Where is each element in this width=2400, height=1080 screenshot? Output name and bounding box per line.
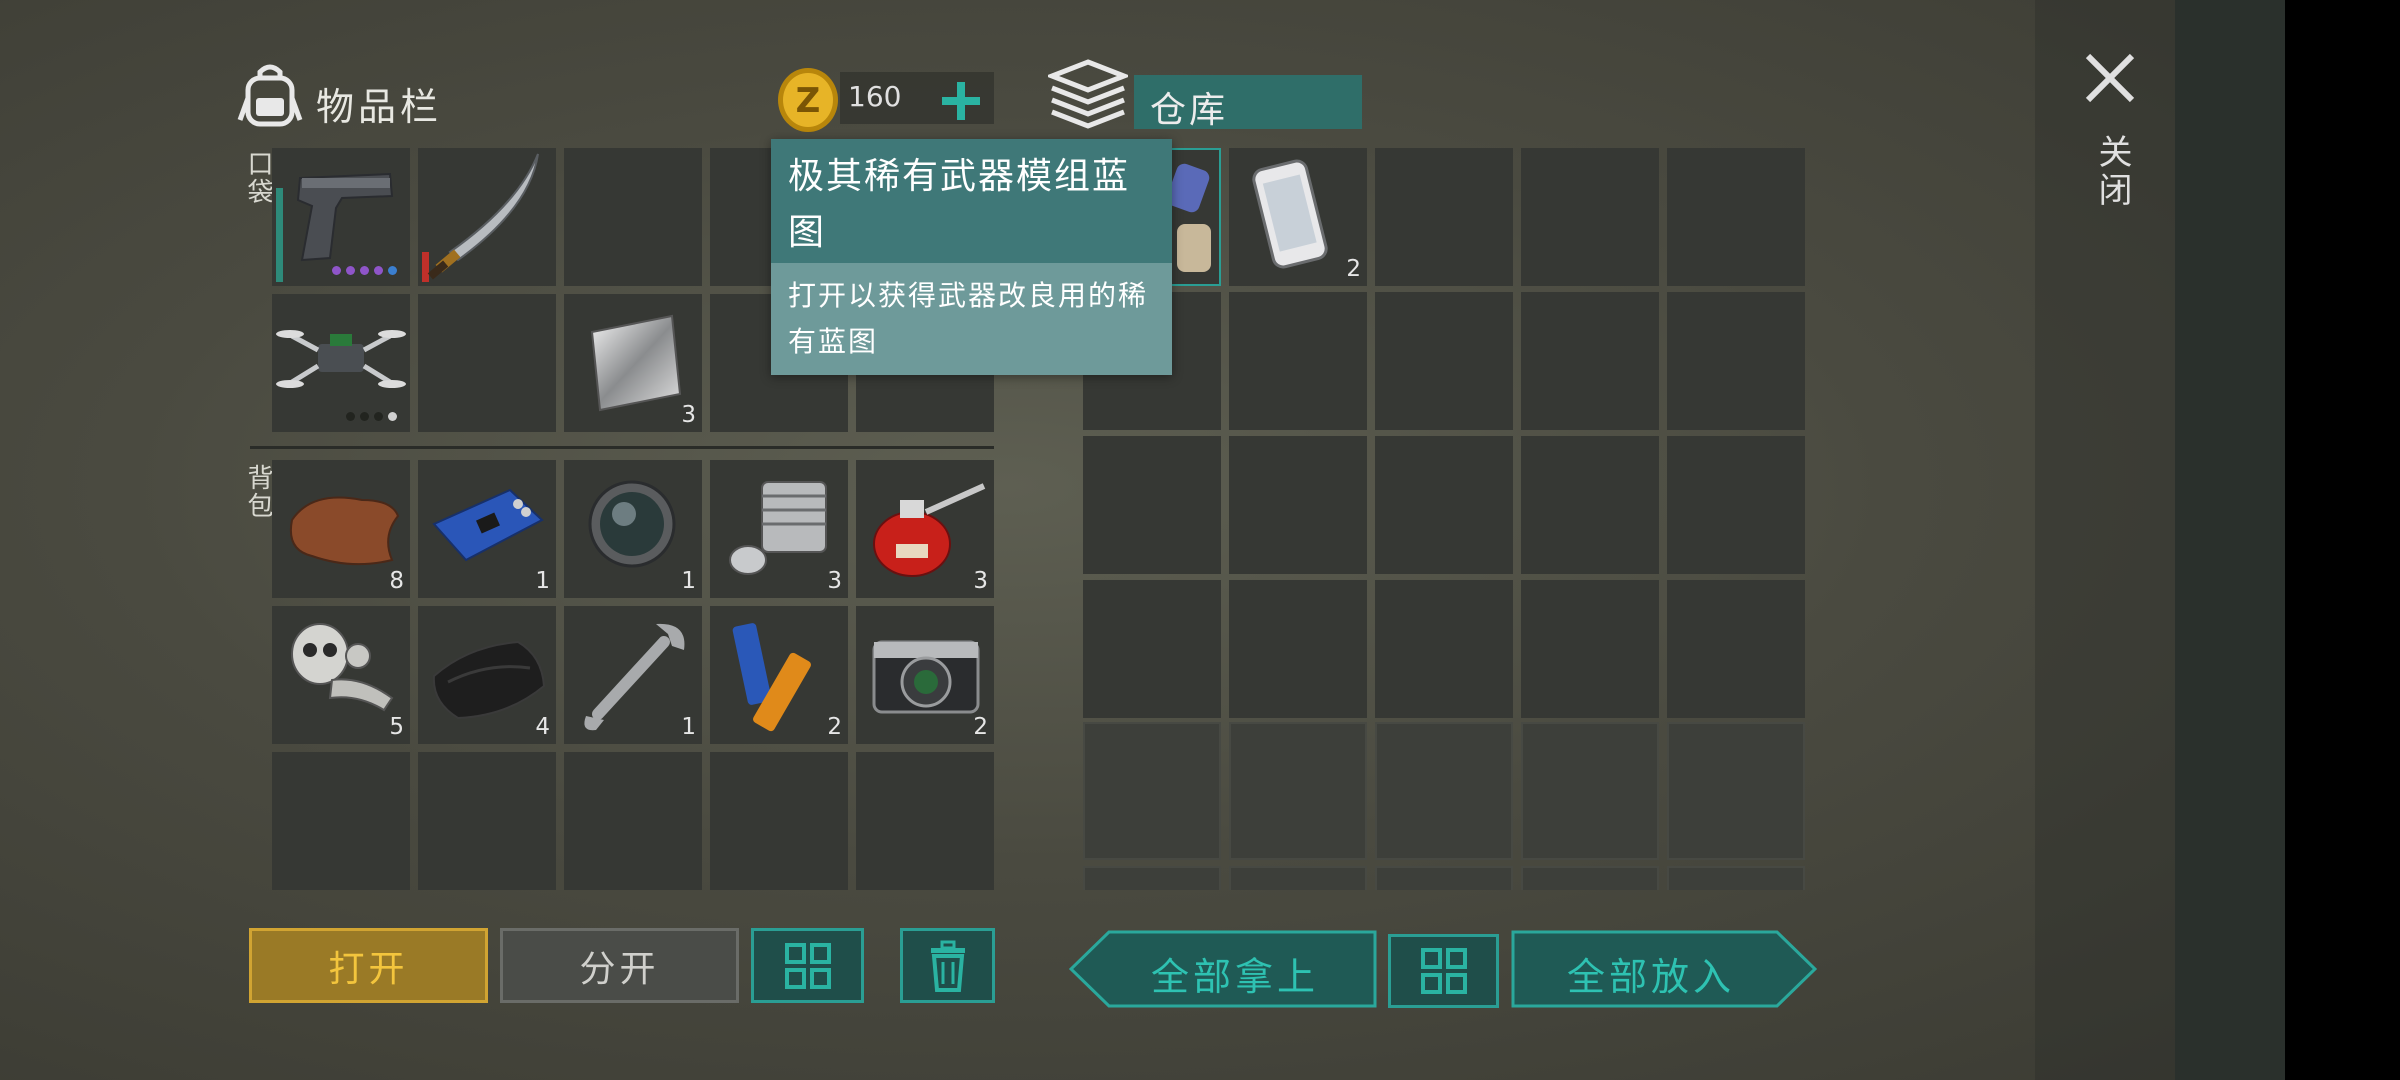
storage-slot-empty[interactable] <box>1083 436 1221 574</box>
backpack-slot-empty[interactable] <box>710 752 848 890</box>
storage-slot-locked <box>1667 866 1805 890</box>
open-button[interactable]: 打开 <box>249 928 488 1003</box>
item-count: 3 <box>681 402 696 428</box>
item-count: 3 <box>973 568 988 594</box>
delete-button[interactable] <box>900 928 995 1003</box>
pocket-slot-empty[interactable] <box>564 148 702 286</box>
item-count: 1 <box>681 714 696 740</box>
backpack-slot-empty[interactable] <box>418 752 556 890</box>
storage-slot-locked <box>1229 722 1367 860</box>
storage-slot-locked <box>1083 866 1221 890</box>
backpack-slot-oil-can[interactable]: 3 <box>856 460 994 598</box>
storage-slot-empty[interactable] <box>1521 436 1659 574</box>
storage-slot-locked <box>1375 722 1513 860</box>
item-count: 1 <box>681 568 696 594</box>
put-all-button[interactable]: 全部放入 <box>1511 930 1817 1008</box>
coin-icon: Z <box>776 66 840 134</box>
storage-slot-locked <box>1083 722 1221 860</box>
storage-slot-empty[interactable] <box>1667 436 1805 574</box>
item-count: 2 <box>1346 256 1361 282</box>
storage-title: 仓库 <box>1150 90 1229 131</box>
katana-icon <box>427 153 539 280</box>
item-count: 2 <box>973 714 988 740</box>
storage-slot-locked <box>1229 866 1367 890</box>
pocket-slot-katana[interactable] <box>418 148 556 286</box>
sort-inventory-button[interactable] <box>751 928 864 1003</box>
section-divider <box>250 446 994 449</box>
grid-sort-icon <box>1420 948 1467 994</box>
plus-icon <box>942 82 980 120</box>
trash-icon <box>930 940 965 992</box>
storage-slot-empty[interactable] <box>1667 292 1805 430</box>
item-count: 2 <box>827 714 842 740</box>
svg-text:Z: Z <box>796 81 821 121</box>
storage-slot-empty[interactable] <box>1521 148 1659 286</box>
currency-amount: 160 <box>848 80 902 113</box>
item-count: 3 <box>827 568 842 594</box>
pocket-slot-empty[interactable] <box>418 294 556 432</box>
storage-slot-empty[interactable] <box>1375 148 1513 286</box>
backpack-slot-leather[interactable]: 8 <box>272 460 410 598</box>
take-all-label: 全部拿上 <box>1151 955 1320 999</box>
tooltip-description: 打开以获得武器改良用的稀有蓝图 <box>788 279 1149 358</box>
tooltip-description-box: 打开以获得武器改良用的稀有蓝图 <box>771 263 1172 375</box>
backpack-slot-lens[interactable]: 1 <box>564 460 702 598</box>
pocket-slot-drone[interactable] <box>272 294 410 432</box>
backpack-slot-empty[interactable] <box>856 752 994 890</box>
item-count: 8 <box>389 568 404 594</box>
pocket-slot-pistol[interactable] <box>272 148 410 286</box>
storage-slot-locked <box>1375 866 1513 890</box>
close-icon <box>2085 53 2135 103</box>
tooltip-title: 极其稀有武器模组蓝图 <box>788 156 1131 253</box>
close-button[interactable] <box>2080 48 2140 108</box>
storage-slot-empty[interactable] <box>1083 580 1221 718</box>
take-all-button[interactable]: 全部拿上 <box>1069 930 1377 1008</box>
backpack-slot-engine-part[interactable]: 3 <box>710 460 848 598</box>
item-tooltip: 极其稀有武器模组蓝图 打开以获得武器改良用的稀有蓝图 <box>771 139 1172 375</box>
storage-slot-empty[interactable] <box>1229 292 1367 430</box>
storage-slot-empty[interactable] <box>1229 436 1367 574</box>
storage-slot-empty[interactable] <box>1667 148 1805 286</box>
storage-slot-empty[interactable] <box>1375 292 1513 430</box>
backpack-slot-mask-parts[interactable]: 5 <box>272 606 410 744</box>
split-button[interactable]: 分开 <box>500 928 739 1003</box>
item-count: 5 <box>389 714 404 740</box>
storage-slot-empty[interactable] <box>1375 580 1513 718</box>
right-side-strip <box>2175 0 2285 1080</box>
backpack-slot-circuit[interactable]: 1 <box>418 460 556 598</box>
storage-slot-empty[interactable] <box>1229 580 1367 718</box>
storage-slot-locked <box>1521 722 1659 860</box>
item-count: 1 <box>535 568 550 594</box>
pocket-slot-metal-sheet[interactable]: 3 <box>564 294 702 432</box>
inventory-title: 物品栏 <box>316 85 443 129</box>
backpack-slot-batteries[interactable]: 2 <box>710 606 848 744</box>
backpack-icon <box>234 58 306 130</box>
backpack-slot-empty[interactable] <box>564 752 702 890</box>
storage-slot-phone[interactable]: 2 <box>1229 148 1367 286</box>
put-all-label: 全部放入 <box>1567 955 1736 999</box>
storage-slot-empty[interactable] <box>1667 580 1805 718</box>
backpack-slot-camera[interactable]: 2 <box>856 606 994 744</box>
storage-slot-locked <box>1521 866 1659 890</box>
storage-slot-empty[interactable] <box>1375 436 1513 574</box>
storage-slot-locked <box>1667 722 1805 860</box>
grid-sort-icon <box>784 942 831 989</box>
screen-edge <box>2285 0 2400 1080</box>
sort-storage-button[interactable] <box>1388 934 1499 1008</box>
close-label[interactable]: 关闭 <box>2088 134 2137 210</box>
backpack-slot-fabric[interactable]: 4 <box>418 606 556 744</box>
storage-slot-empty[interactable] <box>1521 292 1659 430</box>
storage-slot-empty[interactable] <box>1521 580 1659 718</box>
attachment-dots <box>346 412 397 421</box>
storage-title-bar: 仓库 <box>1134 75 1362 131</box>
backpack-slot-wrench[interactable]: 1 <box>564 606 702 744</box>
backpack-slot-empty[interactable] <box>272 752 410 890</box>
attachment-dots <box>332 266 397 275</box>
storage-box-icon <box>1045 58 1131 134</box>
add-currency-button[interactable] <box>936 76 986 126</box>
item-count: 4 <box>535 714 550 740</box>
